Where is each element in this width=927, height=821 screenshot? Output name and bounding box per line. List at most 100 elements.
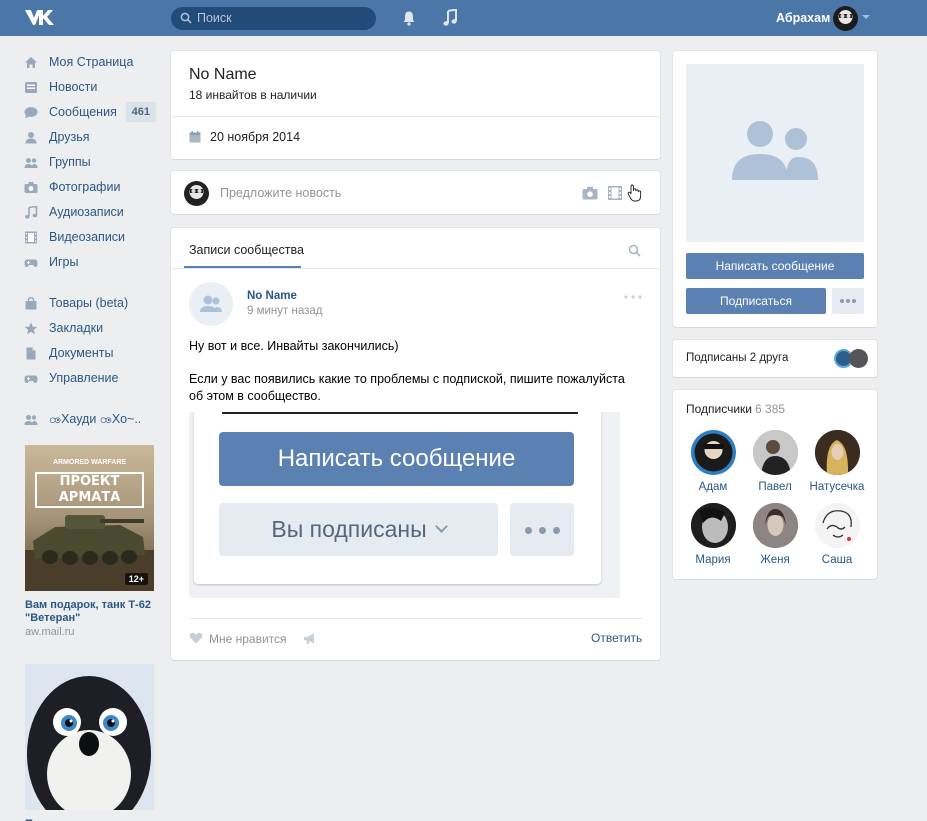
avatar[interactable] <box>690 430 736 475</box>
avatar[interactable] <box>814 430 860 475</box>
group-icon <box>732 121 818 180</box>
avatar[interactable] <box>752 430 798 475</box>
more-options-icon[interactable] <box>624 295 642 299</box>
home-icon <box>25 57 37 68</box>
megaphone-icon[interactable] <box>303 632 316 645</box>
film-icon <box>25 231 37 244</box>
music-icon <box>25 206 38 219</box>
subscriber[interactable]: Адам <box>683 430 743 493</box>
sidebar-item-my-page[interactable]: Моя Страница <box>20 50 156 75</box>
friend-avatar[interactable] <box>849 349 868 368</box>
avatar[interactable] <box>752 503 798 548</box>
sidebar-item-groups[interactable]: Группы <box>20 150 156 175</box>
subscribers-count: 6 385 <box>755 402 786 416</box>
post-author-avatar[interactable] <box>189 282 233 326</box>
sidebar-item-games[interactable]: Игры <box>20 250 156 275</box>
ad-image[interactable] <box>25 664 154 810</box>
tab-community-posts[interactable]: Записи сообщества <box>189 243 304 257</box>
more-actions-button[interactable] <box>832 288 864 314</box>
subscriber-name[interactable]: Натусечка <box>807 481 867 493</box>
music-icon[interactable] <box>442 9 458 27</box>
sidebar-item-documents[interactable]: Документы <box>20 341 156 366</box>
sidebar: Моя Страница Новости Сообщения 461 Друзь… <box>20 50 156 432</box>
ad-title[interactable]: Вам подарок, танк Т-62 "Ветеран" <box>25 599 154 625</box>
avatar <box>184 181 209 206</box>
subscriber[interactable]: Саша <box>807 503 867 566</box>
dot <box>852 299 856 303</box>
dot <box>525 527 532 534</box>
sidebar-item-audio[interactable]: Аудиозаписи <box>20 200 156 225</box>
dot <box>840 299 844 303</box>
vk-logo-icon[interactable] <box>24 8 56 28</box>
post-author[interactable]: No Name <box>247 290 297 302</box>
sidebar-item-bookmarks[interactable]: Закладки <box>20 316 156 341</box>
write-message-button[interactable]: Написать сообщение <box>686 253 864 279</box>
sidebar-item-messages[interactable]: Сообщения 461 <box>20 100 156 125</box>
sidebar-item-label: ꧼХауди ꧼХо~.. <box>49 412 142 426</box>
dot <box>539 527 546 534</box>
ad-block[interactable]: ARMORED WARFARE ПРОЕКТ АРМАТА 12+ Вам по… <box>25 445 154 638</box>
group-status: 18 инвайтов в наличии <box>189 88 317 102</box>
bell-icon[interactable] <box>401 10 417 26</box>
sidebar-item-friends[interactable]: Друзья <box>20 125 156 150</box>
subscriber-name[interactable]: Саша <box>807 554 867 566</box>
avatar[interactable] <box>690 503 736 548</box>
subscriber[interactable]: Павел <box>745 430 805 493</box>
search-placeholder: Поиск <box>197 11 232 25</box>
star-icon <box>24 322 38 335</box>
sidebar-item-label: Видеозаписи <box>49 230 126 244</box>
sidebar-item-manage[interactable]: Управление <box>20 366 156 391</box>
subscriber-name[interactable]: Мария <box>683 554 743 566</box>
community-wall: Записи сообщества No Name 9 минут назад … <box>171 228 660 660</box>
ad-image[interactable]: ARMORED WARFARE ПРОЕКТ АРМАТА 12+ <box>25 445 154 591</box>
community-photo[interactable] <box>686 64 864 242</box>
avatar[interactable] <box>833 6 858 31</box>
subscriber-name[interactable]: Адам <box>683 481 743 493</box>
friends-subscribed-card[interactable]: Подписаны 2 друга <box>673 340 877 377</box>
post-timestamp[interactable]: 9 минут назад <box>247 305 322 317</box>
video-icon[interactable] <box>607 185 623 201</box>
post-text: Ну вот и все. Инвайты закончились) Если … <box>189 338 629 421</box>
heart-icon[interactable] <box>189 632 203 644</box>
subscriber[interactable]: Женя <box>745 503 805 566</box>
chevron-down-icon[interactable] <box>862 15 870 19</box>
camera-icon[interactable] <box>582 186 598 200</box>
sidebar-divider <box>20 275 156 291</box>
ad-url[interactable]: aw.mail.ru <box>25 626 154 638</box>
sidebar-item-photos[interactable]: Фотографии <box>20 175 156 200</box>
sidebar-item-label: Группы <box>49 155 91 169</box>
post-composer[interactable]: Предложите новость <box>171 171 660 214</box>
search-icon <box>180 12 192 24</box>
search-input[interactable]: Поиск <box>171 7 376 30</box>
like-button[interactable]: Мне нравится <box>209 632 287 646</box>
subscriber[interactable]: Натусечка <box>807 430 867 493</box>
composer-placeholder[interactable]: Предложите новость <box>220 186 341 200</box>
sidebar-item-goods[interactable]: Товары (beta) <box>20 291 156 316</box>
image-message-button: Написать сообщение <box>219 432 574 486</box>
calendar-icon <box>189 131 201 143</box>
sidebar-item-group-link[interactable]: ꧼХауди ꧼХо~.. <box>20 407 156 432</box>
news-icon <box>25 82 37 93</box>
post-image[interactable]: Написать сообщение Вы подписаны <box>189 412 620 598</box>
group-name: No Name <box>189 66 257 83</box>
subscribers-header[interactable]: Подписчики 6 385 <box>686 402 785 416</box>
reply-button[interactable]: Ответить <box>591 631 642 645</box>
subscriber[interactable]: Мария <box>683 503 743 566</box>
sidebar-item-video[interactable]: Видеозаписи <box>20 225 156 250</box>
group-icon <box>200 295 222 312</box>
dot <box>553 527 560 534</box>
sidebar-item-news[interactable]: Новости <box>20 75 156 100</box>
username[interactable]: Абрахам <box>776 11 830 25</box>
subscriber-name[interactable]: Женя <box>745 554 805 566</box>
avatar[interactable] <box>814 503 860 548</box>
image-subscribed-button: Вы подписаны <box>219 503 498 556</box>
subscribe-button[interactable]: Подписаться <box>686 288 826 314</box>
subscriber-name[interactable]: Павел <box>745 481 805 493</box>
sidebar-item-label: Товары (beta) <box>49 296 129 310</box>
messages-count-badge: 461 <box>125 102 156 122</box>
image-line <box>222 412 578 414</box>
ad-block[interactable]: П <box>25 664 154 821</box>
search-icon[interactable] <box>628 244 641 257</box>
top-bar: Поиск Абрахам <box>0 0 927 36</box>
friends-subscribed-text[interactable]: Подписаны 2 друга <box>686 352 788 364</box>
